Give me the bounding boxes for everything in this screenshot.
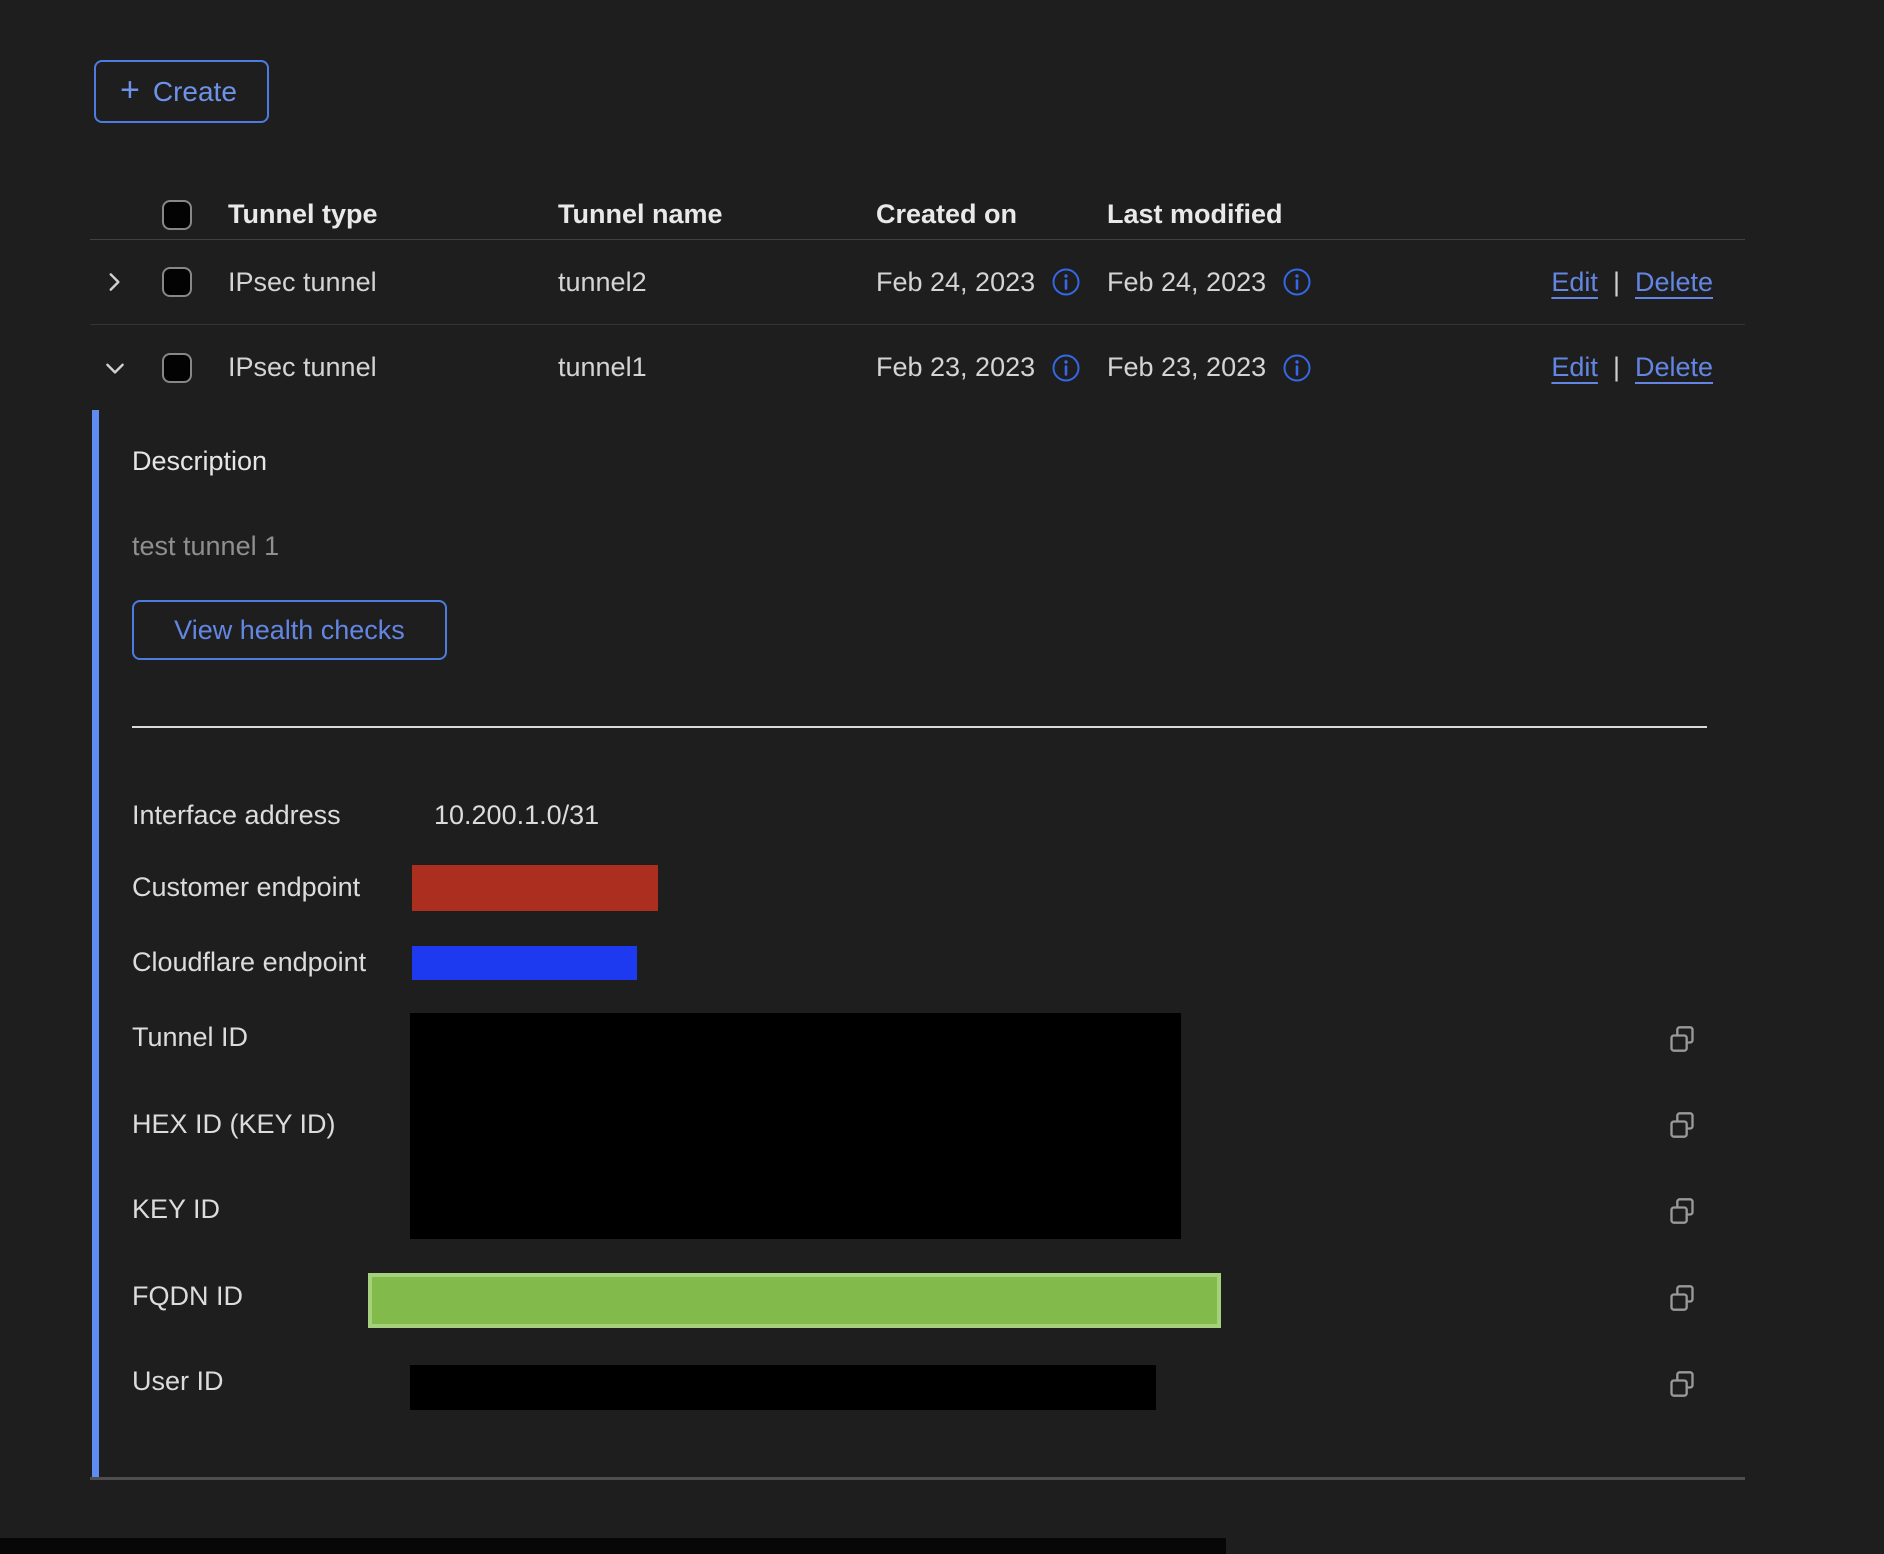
created-on-cell: Feb 24, 2023 <box>876 267 1107 298</box>
tunnel-name-cell: tunnel2 <box>558 267 876 298</box>
description-value: test tunnel 1 <box>132 531 279 562</box>
cloudflare-endpoint-redacted-value <box>412 946 637 980</box>
copy-icon <box>1668 1284 1696 1312</box>
interface-address-label: Interface address <box>132 800 341 831</box>
actions-separator: | <box>1613 267 1620 298</box>
copy-key-id-button[interactable] <box>1668 1197 1696 1225</box>
chevron-down-icon[interactable] <box>102 356 128 380</box>
tunnel-id-redacted-value <box>410 1013 1181 1239</box>
bottom-strip <box>0 1538 1226 1554</box>
row-checkbox-cell <box>162 353 228 383</box>
key-id-label: KEY ID <box>132 1194 220 1225</box>
expanded-row-bottom-border <box>90 1477 1745 1480</box>
column-header-tunnel-type: Tunnel type <box>228 199 558 230</box>
row-actions-cell: Edit | Delete <box>1542 267 1745 298</box>
create-button-label: Create <box>153 76 237 108</box>
tunnels-table: Tunnel type Tunnel name Created on Last … <box>90 190 1745 410</box>
expanded-row-accent-bar <box>92 410 99 1478</box>
copy-icon <box>1668 1197 1696 1225</box>
fqdn-id-label: FQDN ID <box>132 1281 243 1312</box>
row-checkbox-cell <box>162 267 228 297</box>
copy-icon <box>1668 1111 1696 1139</box>
copy-tunnel-id-button[interactable] <box>1668 1025 1696 1053</box>
actions-separator: | <box>1613 352 1620 383</box>
user-id-redacted-value <box>410 1365 1156 1410</box>
chevron-right-icon[interactable] <box>102 270 126 294</box>
detail-divider <box>132 726 1707 728</box>
view-health-checks-button[interactable]: View health checks <box>132 600 447 660</box>
last-modified-value: Feb 23, 2023 <box>1107 352 1266 383</box>
ipsec-tunnels-page: + Create Tunnel type Tunnel name Created… <box>0 0 1884 1554</box>
select-row-checkbox[interactable] <box>162 267 192 297</box>
copy-fqdn-id-button[interactable] <box>1668 1284 1696 1312</box>
edit-link[interactable]: Edit <box>1551 267 1598 298</box>
customer-endpoint-label: Customer endpoint <box>132 872 360 903</box>
created-on-cell: Feb 23, 2023 <box>876 352 1107 383</box>
info-icon[interactable] <box>1282 267 1312 297</box>
copy-icon <box>1668 1370 1696 1398</box>
tunnel-type-cell: IPsec tunnel <box>228 352 558 383</box>
last-modified-cell: Feb 23, 2023 <box>1107 352 1542 383</box>
create-button[interactable]: + Create <box>94 60 269 123</box>
column-header-tunnel-name: Tunnel name <box>558 199 876 230</box>
table-header-row: Tunnel type Tunnel name Created on Last … <box>90 190 1745 240</box>
customer-endpoint-redacted-value <box>412 865 658 911</box>
delete-link[interactable]: Delete <box>1635 352 1713 383</box>
info-icon[interactable] <box>1051 267 1081 297</box>
select-all-checkbox[interactable] <box>162 200 192 230</box>
info-icon[interactable] <box>1282 353 1312 383</box>
table-row-tunnel1: IPsec tunnel tunnel1 Feb 23, 2023 Feb 23… <box>90 325 1745 410</box>
plus-icon: + <box>120 73 140 107</box>
hex-id-label: HEX ID (KEY ID) <box>132 1109 336 1140</box>
tunnel-name-cell: tunnel1 <box>558 352 876 383</box>
delete-link[interactable]: Delete <box>1635 267 1713 298</box>
copy-hex-id-button[interactable] <box>1668 1111 1696 1139</box>
last-modified-value: Feb 24, 2023 <box>1107 267 1266 298</box>
column-header-created-on: Created on <box>876 199 1107 230</box>
last-modified-cell: Feb 24, 2023 <box>1107 267 1542 298</box>
created-on-value: Feb 24, 2023 <box>876 267 1035 298</box>
user-id-label: User ID <box>132 1366 224 1397</box>
table-row-tunnel2: IPsec tunnel tunnel2 Feb 24, 2023 Feb 24… <box>90 240 1745 325</box>
copy-icon <box>1668 1025 1696 1053</box>
tunnel-id-label: Tunnel ID <box>132 1022 248 1053</box>
info-icon[interactable] <box>1051 353 1081 383</box>
interface-address-value: 10.200.1.0/31 <box>434 800 599 831</box>
created-on-value: Feb 23, 2023 <box>876 352 1035 383</box>
header-checkbox-cell <box>162 200 228 230</box>
select-row-checkbox[interactable] <box>162 353 192 383</box>
copy-user-id-button[interactable] <box>1668 1370 1696 1398</box>
edit-link[interactable]: Edit <box>1551 352 1598 383</box>
column-header-last-modified: Last modified <box>1107 199 1542 230</box>
fqdn-id-redacted-value <box>368 1273 1221 1328</box>
description-label: Description <box>132 446 267 477</box>
tunnel-type-cell: IPsec tunnel <box>228 267 558 298</box>
cloudflare-endpoint-label: Cloudflare endpoint <box>132 947 366 978</box>
row-actions-cell: Edit | Delete <box>1542 352 1745 383</box>
